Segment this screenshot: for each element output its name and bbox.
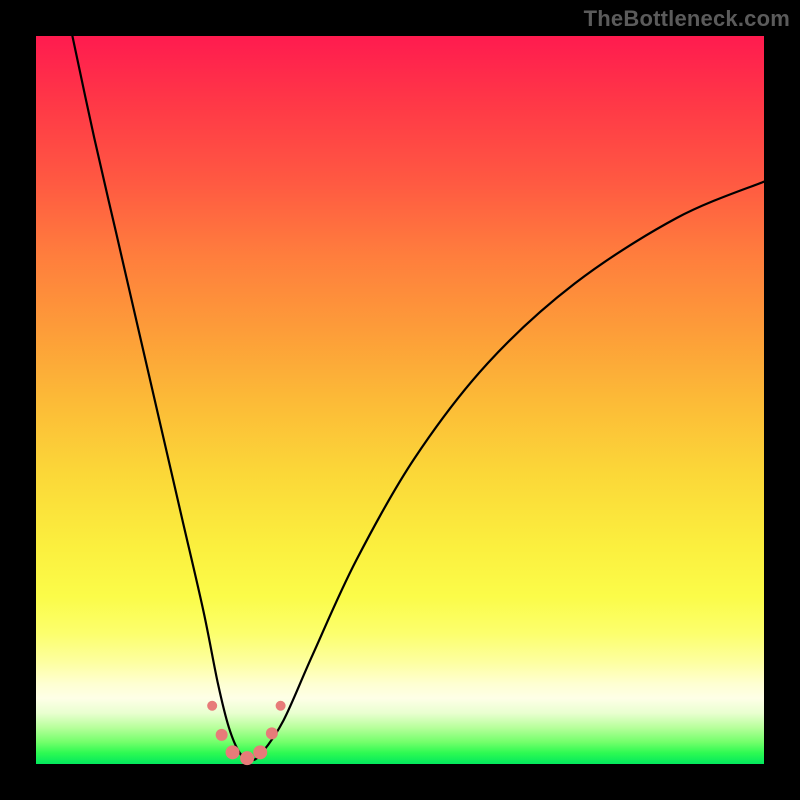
trough-marker [276,701,286,711]
plot-area [36,36,764,764]
chart-frame: TheBottleneck.com [0,0,800,800]
trough-markers [207,701,285,765]
curve-svg [36,36,764,764]
bottleneck-curve [72,36,764,760]
trough-marker [266,727,278,739]
trough-marker [207,701,217,711]
trough-marker [216,729,228,741]
trough-marker [253,745,267,759]
watermark-text: TheBottleneck.com [584,6,790,32]
trough-marker [240,751,254,765]
trough-marker [226,745,240,759]
